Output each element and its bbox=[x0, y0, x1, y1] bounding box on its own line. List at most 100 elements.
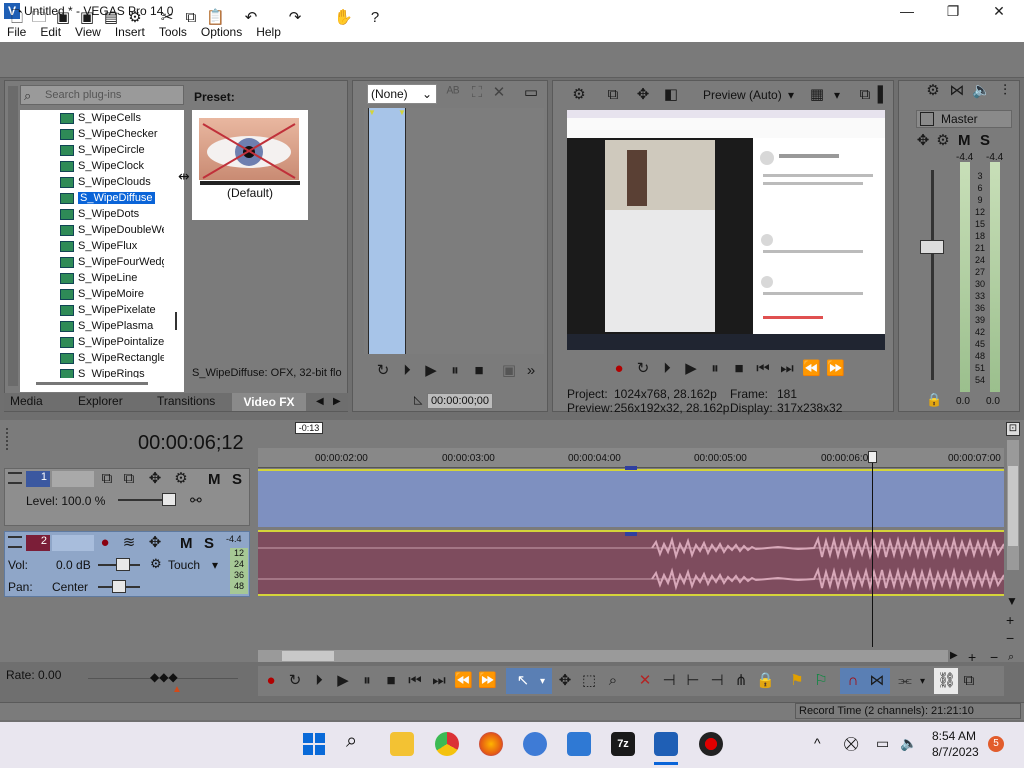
firefox-icon[interactable] bbox=[479, 732, 503, 756]
trim-in-marker-icon[interactable]: ▼ bbox=[368, 108, 376, 117]
horizontal-scrollbar[interactable] bbox=[258, 650, 948, 662]
copy-snapshot-icon[interactable]: ⧉ bbox=[856, 86, 874, 104]
save-icon[interactable]: ▣ bbox=[54, 9, 72, 27]
display-icon[interactable]: ▭ bbox=[876, 735, 889, 752]
properties-gear-icon[interactable]: ⚙ bbox=[126, 9, 144, 27]
go-to-start-icon[interactable]: ⏮ bbox=[406, 672, 424, 690]
chevron-down-icon[interactable]: ▾ bbox=[788, 88, 794, 102]
paste-icon[interactable]: 📋 bbox=[206, 9, 225, 27]
play-from-start-icon[interactable]: ⏵ bbox=[658, 360, 676, 378]
mute-button[interactable]: M bbox=[958, 132, 971, 149]
edit-tool-icon[interactable]: ✋ bbox=[334, 9, 353, 27]
obs-record-icon[interactable] bbox=[699, 732, 723, 756]
settings-gear-icon[interactable] bbox=[523, 732, 547, 756]
tab-transitions[interactable]: Transitions bbox=[157, 394, 215, 408]
loop-icon[interactable]: ↻ bbox=[634, 360, 652, 378]
close-button[interactable]: ✕ bbox=[976, 0, 1022, 22]
delete-icon[interactable]: ✕ bbox=[636, 672, 654, 690]
track-collapse-icon[interactable] bbox=[8, 472, 22, 484]
scroll-down-icon[interactable]: ▼ bbox=[1006, 594, 1018, 608]
volume-icon[interactable]: 🔈 bbox=[900, 735, 917, 752]
trimmer-clip[interactable] bbox=[368, 108, 406, 354]
track-collapse-icon[interactable] bbox=[8, 536, 22, 548]
insert-fx-icon[interactable]: ✥ bbox=[914, 132, 932, 150]
prev-frame-icon[interactable]: ⏮ bbox=[754, 360, 772, 378]
tab-scroll-right-icon[interactable]: ▶ bbox=[333, 396, 341, 407]
whats-this-help-icon[interactable]: ? bbox=[366, 9, 384, 27]
master-fader-track[interactable] bbox=[931, 170, 934, 380]
forward-icon[interactable]: ⏩ bbox=[826, 360, 845, 378]
panel-grip[interactable] bbox=[8, 86, 18, 386]
timeline-grip[interactable] bbox=[6, 428, 14, 450]
undo-icon[interactable]: ↶ bbox=[242, 9, 260, 27]
cut-icon[interactable]: ✂ bbox=[158, 9, 176, 27]
menu-help[interactable]: Help bbox=[249, 25, 288, 39]
time-ruler[interactable] bbox=[258, 448, 1004, 468]
menu-tools[interactable]: Tools bbox=[152, 25, 194, 39]
menu-options[interactable]: Options bbox=[194, 25, 249, 39]
ignore-grouping-icon[interactable]: ⧉ bbox=[960, 672, 978, 690]
video-track-name-field[interactable] bbox=[52, 471, 94, 487]
pause-icon[interactable]: ⏸ bbox=[446, 362, 464, 380]
solo-button[interactable]: S bbox=[980, 132, 990, 149]
trimmer-clear-icon[interactable]: ⛶ bbox=[468, 84, 486, 102]
play-from-start-icon[interactable]: ⏵ bbox=[310, 672, 328, 690]
stop-icon[interactable]: ■ bbox=[470, 362, 488, 380]
tray-chevron-up-icon[interactable]: ^ bbox=[814, 735, 821, 751]
automation-mode[interactable]: Touch bbox=[168, 558, 200, 572]
play-icon[interactable]: ▶ bbox=[422, 362, 440, 380]
audio-solo-button[interactable]: S bbox=[204, 535, 214, 552]
play-icon[interactable]: ▶ bbox=[334, 672, 352, 690]
record-icon[interactable]: ● bbox=[610, 360, 628, 378]
trim-start-icon[interactable]: ⊢ bbox=[684, 672, 702, 690]
external-monitor-icon[interactable]: ⧉ bbox=[604, 86, 622, 104]
video-solo-button[interactable]: S bbox=[232, 471, 242, 488]
pause-icon[interactable]: ⏸ bbox=[706, 360, 724, 378]
tab-scroll-left-icon[interactable]: ◀ bbox=[316, 396, 324, 407]
open-icon[interactable]: 🗀 bbox=[30, 9, 48, 27]
video-event[interactable] bbox=[258, 469, 1004, 527]
redo-icon[interactable]: ↷ bbox=[286, 9, 304, 27]
track-motion-icon[interactable]: ✥ bbox=[146, 534, 164, 552]
snapping-magnet-icon[interactable]: ∩ bbox=[844, 672, 862, 690]
search-plugins-input[interactable]: Search plug-ins bbox=[20, 85, 184, 105]
preview-properties-gear-icon[interactable]: ⚙ bbox=[570, 86, 588, 104]
region-icon[interactable]: ⚐ bbox=[812, 672, 830, 690]
chrome-icon[interactable] bbox=[435, 732, 459, 756]
tree-scroll-thumb[interactable] bbox=[175, 312, 177, 330]
audio-mute-button[interactable]: M bbox=[180, 535, 193, 552]
zoom-out-h-icon[interactable]: − bbox=[990, 649, 998, 665]
mixer-gear-icon[interactable]: ⚙ bbox=[924, 82, 942, 100]
play-icon[interactable]: ▶ bbox=[682, 360, 700, 378]
zoom-tool-icon[interactable]: ⌕ bbox=[604, 672, 622, 690]
tree-hscrollbar[interactable] bbox=[20, 378, 184, 392]
ripple-edit-icon[interactable]: ⫘ bbox=[896, 672, 914, 690]
maximize-button[interactable]: ❐ bbox=[930, 0, 976, 22]
chevron-down-icon[interactable]: ▾ bbox=[920, 676, 925, 687]
track-gear-icon[interactable]: ⚙ bbox=[172, 470, 190, 488]
vol-slider-thumb[interactable] bbox=[116, 558, 130, 571]
rewind-icon[interactable]: ⏪ bbox=[802, 360, 821, 378]
zoom-out-v-icon[interactable]: − bbox=[1006, 630, 1014, 646]
lock-event-icon[interactable]: 🔒 bbox=[756, 672, 775, 690]
vegas-taskbar-icon[interactable] bbox=[654, 732, 678, 756]
audio-event[interactable] bbox=[258, 530, 1005, 596]
chevron-down-icon[interactable]: ▾ bbox=[834, 88, 840, 102]
trimmer-window-icon[interactable]: ▭ bbox=[522, 84, 540, 102]
split-icon[interactable]: ⋔ bbox=[732, 672, 750, 690]
start-windows-icon[interactable] bbox=[303, 733, 325, 755]
envelope-tool-icon[interactable]: ✥ bbox=[556, 672, 574, 690]
7zip-icon[interactable]: 7z bbox=[611, 732, 635, 756]
notepad-icon[interactable] bbox=[567, 732, 591, 756]
network-icon[interactable]: ⛒ bbox=[844, 735, 858, 752]
timeline-tab-icon[interactable]: ⊡ bbox=[1006, 422, 1020, 436]
zoom-in-h-icon[interactable]: + bbox=[968, 649, 976, 665]
zoom-tool-icon[interactable]: ⌕ bbox=[1008, 651, 1014, 664]
spell-icon[interactable]: ᴬᴮ bbox=[444, 84, 462, 102]
horizontal-scroll-thumb[interactable] bbox=[282, 651, 334, 661]
fx-gear-icon[interactable]: ⚙ bbox=[934, 132, 952, 150]
menu-insert[interactable]: Insert bbox=[108, 25, 152, 39]
event-fade-handle[interactable] bbox=[625, 466, 637, 470]
edit-cursor-icon[interactable]: ↖ bbox=[514, 672, 532, 690]
play-from-start-icon[interactable]: ⏵ bbox=[398, 362, 416, 380]
